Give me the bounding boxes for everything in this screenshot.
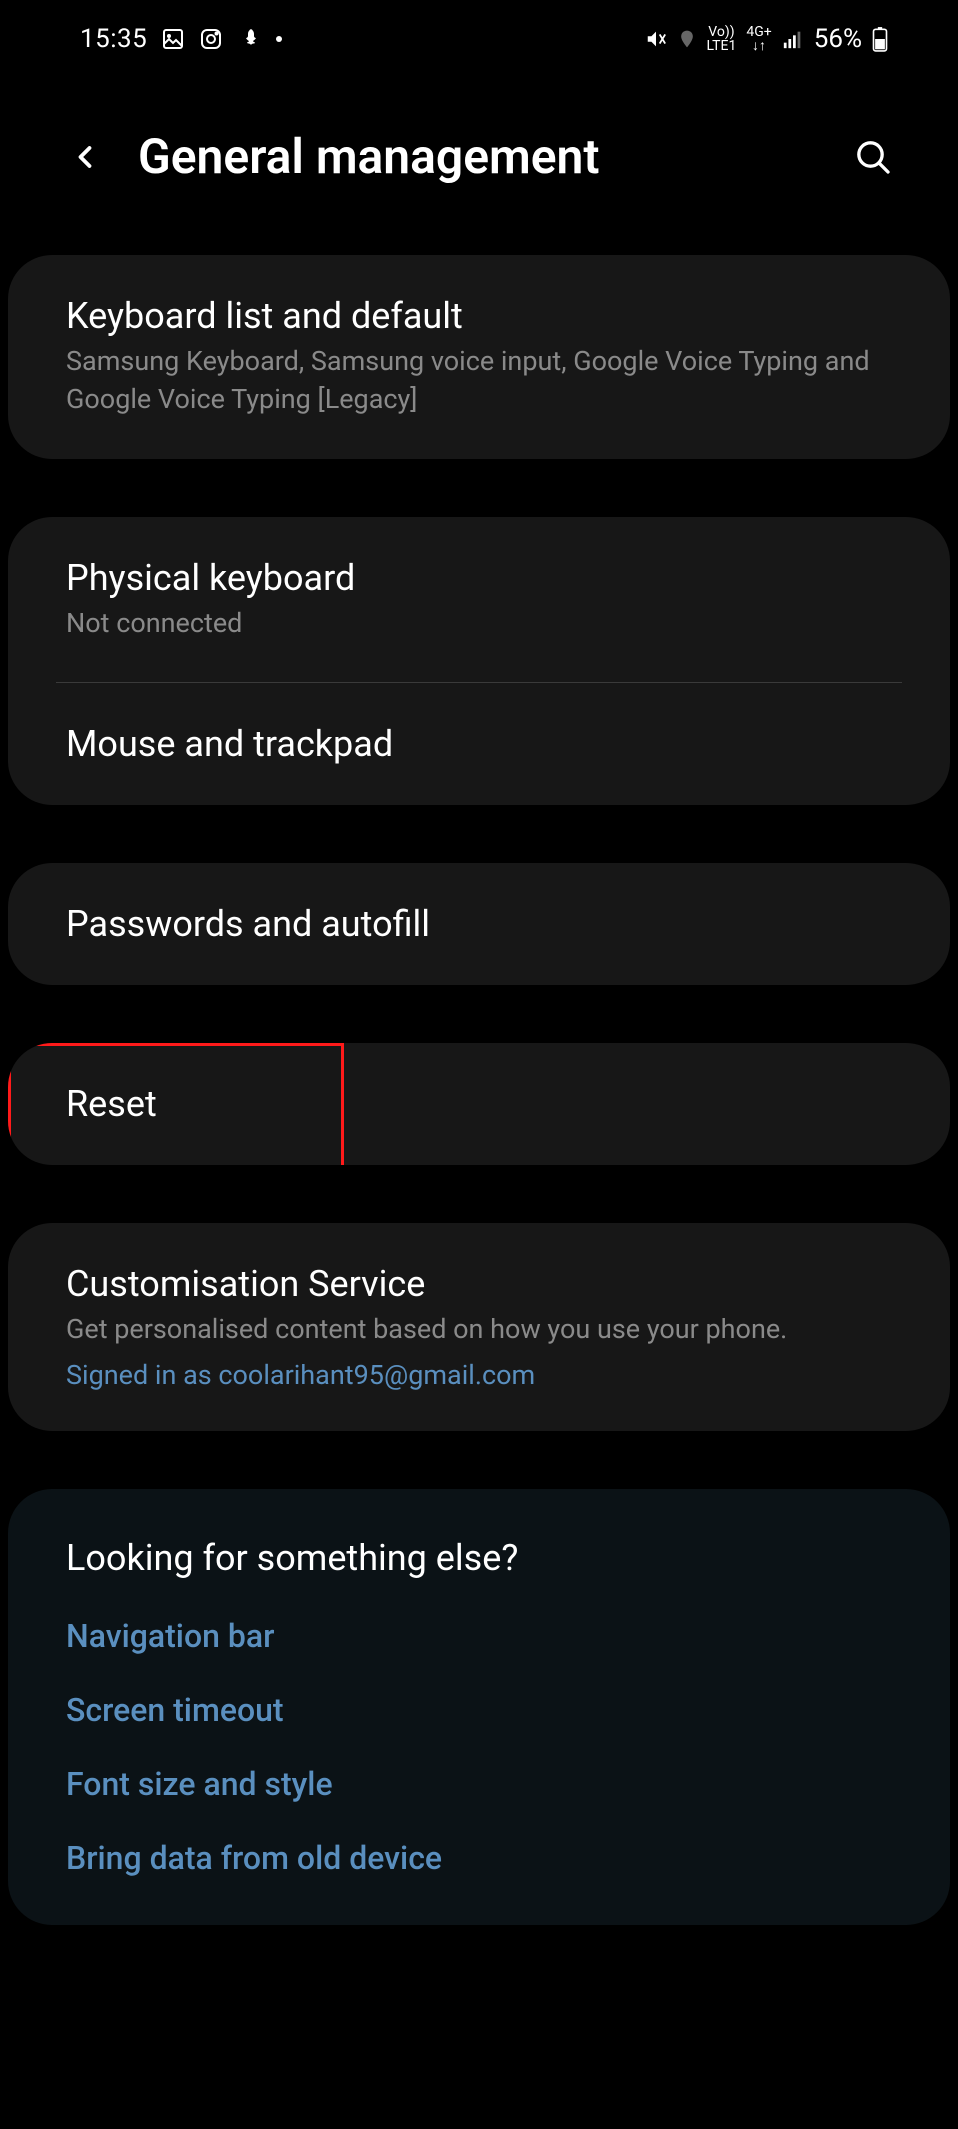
snapchat-icon [237, 27, 261, 51]
row-customisation-service[interactable]: Customisation Service Get personalised c… [8, 1223, 950, 1431]
row-title: Reset [66, 1083, 892, 1125]
card-input-devices: Physical keyboard Not connected Mouse an… [8, 517, 950, 806]
battery-icon [872, 26, 888, 52]
signed-in-text: Signed in as coolarihant95@gmail.com [66, 1359, 892, 1391]
card-reset: Reset [8, 1043, 950, 1165]
row-title: Keyboard list and default [66, 295, 892, 337]
card-keyboard-list: Keyboard list and default Samsung Keyboa… [8, 255, 950, 459]
row-title: Passwords and autofill [66, 903, 892, 945]
row-title: Physical keyboard [66, 557, 892, 599]
row-keyboard-list[interactable]: Keyboard list and default Samsung Keyboa… [8, 255, 950, 459]
page-header: General management [0, 78, 958, 255]
row-reset[interactable]: Reset [8, 1043, 950, 1165]
row-mouse-trackpad[interactable]: Mouse and trackpad [8, 683, 950, 805]
row-subtitle: Get personalised content based on how yo… [66, 1311, 892, 1349]
status-time: 15:35 [80, 24, 147, 54]
link-bring-data[interactable]: Bring data from old device [66, 1839, 892, 1877]
row-passwords-autofill[interactable]: Passwords and autofill [8, 863, 950, 985]
location-icon [677, 29, 697, 49]
search-icon [853, 137, 893, 177]
status-bar: 15:35 Vo))LTE1 4G+↓↑ 56% [0, 0, 958, 78]
network-4g-indicator: 4G+↓↑ [746, 25, 771, 53]
looking-for-card: Looking for something else? Navigation b… [8, 1489, 950, 1925]
row-subtitle: Not connected [66, 605, 892, 643]
mute-icon [645, 28, 667, 50]
instagram-icon [199, 27, 223, 51]
link-font-size-style[interactable]: Font size and style [66, 1765, 892, 1803]
status-right: Vo))LTE1 4G+↓↑ 56% [645, 24, 888, 54]
signal-icon [782, 28, 804, 50]
status-left: 15:35 [80, 24, 283, 54]
link-navigation-bar[interactable]: Navigation bar [66, 1617, 892, 1655]
card-customisation: Customisation Service Get personalised c… [8, 1223, 950, 1431]
image-icon [161, 27, 185, 51]
link-screen-timeout[interactable]: Screen timeout [66, 1691, 892, 1729]
card-passwords: Passwords and autofill [8, 863, 950, 985]
row-physical-keyboard[interactable]: Physical keyboard Not connected [8, 517, 950, 683]
search-button[interactable] [848, 132, 898, 182]
chevron-left-icon [67, 139, 103, 175]
row-title: Customisation Service [66, 1263, 892, 1305]
dot-icon [275, 35, 283, 43]
back-button[interactable] [60, 132, 110, 182]
looking-title: Looking for something else? [66, 1537, 892, 1579]
row-title: Mouse and trackpad [66, 723, 892, 765]
battery-percentage: 56% [814, 24, 862, 54]
volte-indicator: Vo))LTE1 [707, 25, 737, 53]
page-title: General management [138, 128, 848, 185]
row-subtitle: Samsung Keyboard, Samsung voice input, G… [66, 343, 892, 419]
